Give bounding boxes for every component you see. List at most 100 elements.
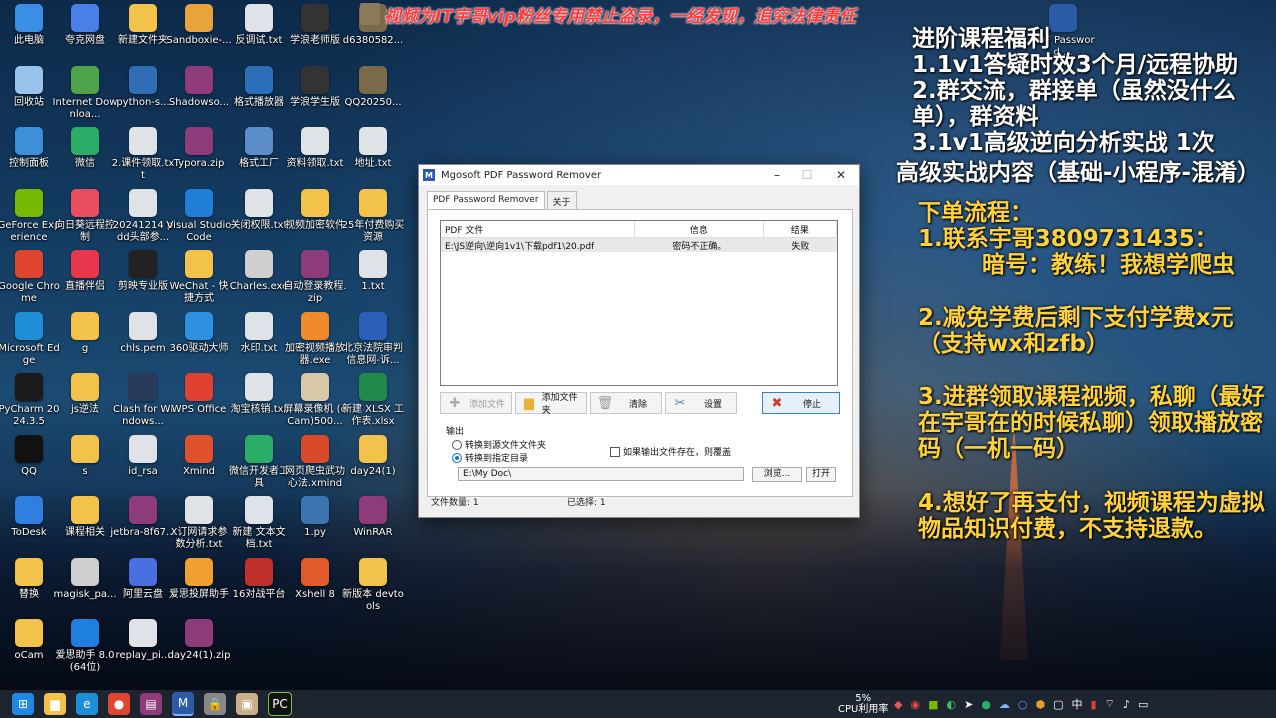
desktop-icon[interactable]: 自动登录教程.zip [283, 250, 347, 305]
desktop-icon[interactable]: 新建 XLSX 工作表.xlsx [342, 373, 404, 428]
ime-indicator[interactable]: 中 [1072, 696, 1083, 712]
radio-source-folder[interactable]: 转换到源文件文件夹 [452, 438, 546, 451]
desktop-icon[interactable]: 2.课件领取.txt [112, 127, 174, 182]
desktop-icon[interactable]: 资料领取.txt [286, 127, 344, 170]
desktop-icon[interactable]: Sandboxie-... [166, 4, 232, 47]
edge-icon[interactable]: e [76, 693, 98, 715]
desktop-icon[interactable]: PyCharm 2024.3.5 [0, 373, 59, 428]
desktop-icon[interactable]: js逆法 [56, 373, 114, 416]
add-folder-button[interactable]: ▆ 添加文件夹 [515, 392, 587, 416]
close-button[interactable]: ✕ [823, 165, 859, 185]
desktop-icon[interactable]: 学浪学生版 [286, 65, 344, 109]
winrar-icon[interactable]: ▤ [140, 693, 162, 715]
add-file-button[interactable]: ✚ 添加文件 [440, 392, 512, 414]
volume-icon[interactable]: ♪ [1123, 698, 1130, 711]
desktop-icon[interactable]: 微信开发者工具 [229, 434, 289, 490]
desktop-icon[interactable]: 爱思助手 8.0(64位) [55, 619, 115, 674]
desktop-icon[interactable]: 水印.txt [230, 311, 288, 355]
desktop-icon[interactable]: Clash for Windows... [113, 373, 173, 428]
desktop-icon[interactable]: 剪映专业版 [114, 250, 172, 293]
file-explorer-icon[interactable]: ▆ [44, 693, 66, 715]
desktop-icon[interactable]: 控制面板 [0, 127, 58, 170]
tray-record-icon[interactable]: ◉ [910, 698, 920, 711]
desktop-icon[interactable]: WinRAR [344, 496, 402, 539]
desktop-icon[interactable]: g [56, 311, 114, 355]
desktop-icon[interactable]: 360驱动大师 [169, 311, 229, 355]
tray-wps-icon[interactable]: ▮ [1091, 698, 1097, 711]
start-button-windows-icon[interactable]: ⊞ [12, 693, 34, 715]
desktop-icon[interactable]: 反调试.txt [230, 4, 288, 47]
tab-pdf-remover[interactable]: PDF Password Remover [427, 191, 545, 211]
radio-target-dir[interactable]: 转换到指定目录 [452, 451, 528, 464]
desktop-icon[interactable]: 向日葵远程控制 [55, 188, 115, 244]
desktop-icon[interactable]: 直播伴侣 [56, 250, 114, 293]
tray-cloud-icon[interactable]: ☁ [999, 698, 1010, 711]
stop-button[interactable]: ✖ 停止 [762, 392, 840, 414]
column-pdf-file[interactable]: PDF 文件 [441, 221, 635, 237]
desktop-icon[interactable]: Microsoft Edge [0, 311, 60, 367]
desktop-icon[interactable]: 替换 [0, 557, 58, 601]
desktop-icon[interactable]: 格式播放器 [230, 65, 288, 109]
desktop-icon[interactable]: QQ [0, 434, 58, 478]
desktop-icon[interactable]: Visual Studio Code [167, 188, 231, 244]
settings-button[interactable]: ✂ 设置 [665, 392, 737, 414]
desktop-icon[interactable]: replay_pi... [114, 619, 172, 662]
desktop-icon[interactable]: oCam [0, 619, 58, 662]
clear-button[interactable]: 🗑 清除 [590, 392, 662, 414]
desktop-icon[interactable]: 视频加密软件 [285, 188, 345, 232]
desktop-icon[interactable]: 25年付费购买资源 [342, 188, 404, 244]
tray-nvidia-icon[interactable]: ■ [928, 698, 938, 711]
tray-shield-icon[interactable]: ⬢ [1036, 698, 1046, 711]
desktop-icon[interactable]: QQ20250... [344, 65, 402, 109]
desktop-icon[interactable]: jetbra-8f67... [110, 496, 176, 539]
desktop-icon[interactable]: 新建文件夹 [114, 4, 172, 47]
desktop-icon[interactable]: 地址.txt [344, 127, 402, 170]
desktop-icon[interactable]: ToDesk [0, 496, 58, 539]
tray-360-icon[interactable]: ◐ [946, 698, 956, 711]
desktop-icon[interactable]: 北京法院审判信息网-诉... [343, 311, 403, 367]
desktop-icon[interactable]: chls.pem [114, 311, 172, 355]
image-viewer-icon[interactable]: ▣ [236, 693, 258, 715]
desktop-icon[interactable]: 20241214 pdd头部参... [113, 188, 173, 244]
desktop-icon[interactable]: 回收站 [0, 65, 58, 109]
desktop-icon[interactable]: GeForce Experience [0, 188, 60, 244]
desktop-icon[interactable]: 格式工厂 [230, 127, 288, 170]
tray-plane-icon[interactable]: ➤ [964, 698, 973, 711]
desktop-icon[interactable]: 学浪老师版 [286, 4, 344, 47]
battery-icon[interactable]: ▭ [1138, 698, 1148, 711]
pdf-remover-taskbar-icon[interactable]: M [172, 692, 194, 716]
desktop-icon[interactable]: WeChat - 快捷方式 [170, 250, 228, 305]
desktop-icon[interactable]: python-s... [114, 65, 172, 109]
browse-button[interactable]: 浏览... [752, 467, 802, 482]
output-path-field[interactable]: E:\My Doc\ [458, 467, 744, 481]
desktop-icon[interactable]: 淘宝核销.txt [230, 373, 288, 416]
desktop-icon[interactable]: 新版本 devtools [342, 557, 404, 613]
desktop-icon[interactable]: Charles.exe [230, 250, 288, 293]
tray-wechat-icon[interactable]: ● [981, 698, 991, 711]
desktop-icon[interactable]: 16对战平台 [230, 557, 288, 601]
desktop-icon[interactable]: 新建 文本文档.txt [230, 496, 288, 551]
tab-about[interactable]: 关于 [546, 191, 577, 211]
pycharm-icon[interactable]: PC [268, 692, 292, 716]
desktop-icon[interactable]: X订网请求参数分析.txt [170, 496, 228, 551]
desktop-icon[interactable]: Google Chrome [0, 250, 60, 305]
column-info[interactable]: 信息 [635, 221, 764, 237]
file-list[interactable]: PDF 文件 信息 结果 E:\JS逆向\逆向1v1\下载pdf1\20.pdf… [440, 220, 838, 386]
tray-capture-icon[interactable]: ▢ [1053, 698, 1063, 711]
tray-ring-icon[interactable]: ○ [1018, 698, 1028, 711]
desktop-icon[interactable]: day24(1).zip [168, 619, 230, 662]
desktop-icon[interactable]: Xmind [170, 434, 228, 478]
desktop-icon[interactable]: 课程相关 [56, 496, 114, 539]
desktop-icon[interactable]: Shadowso... [169, 65, 229, 109]
desktop-icon[interactable]: day24(1) [344, 434, 402, 478]
desktop-icon[interactable]: 加密视频播放器.exe [285, 311, 345, 367]
chrome-icon[interactable]: ● [108, 693, 130, 715]
wifi-icon[interactable]: ⌔ [1105, 697, 1115, 711]
desktop-icon[interactable]: 关闭权限.txt [230, 188, 288, 232]
desktop-icon[interactable]: magisk_pa... [53, 557, 117, 601]
desktop-icon[interactable]: 阿里云盘 [114, 557, 172, 601]
desktop-icon[interactable]: 爱思投屏助手 [169, 557, 229, 601]
open-button[interactable]: 打开 [806, 467, 836, 482]
table-row[interactable]: E:\JS逆向\逆向1v1\下载pdf1\20.pdf 密码不正确。 失败 [441, 238, 837, 252]
desktop-icon[interactable]: Internet Downloa... [53, 65, 117, 121]
